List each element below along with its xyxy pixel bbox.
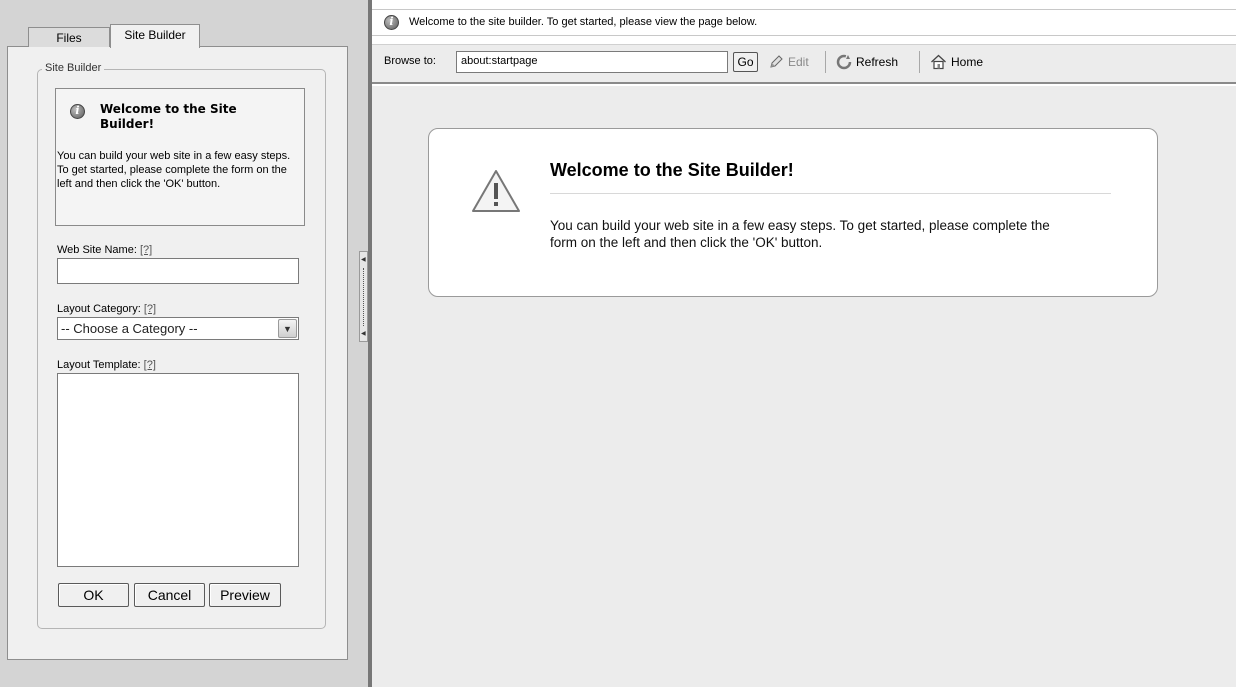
info-icon xyxy=(70,104,85,119)
pencil-icon xyxy=(770,55,783,68)
welcome-title: Welcome to the Site Builder! xyxy=(100,102,237,131)
edit-button[interactable]: Edit xyxy=(768,54,809,70)
ok-button[interactable]: OK xyxy=(58,583,129,607)
info-icon xyxy=(384,15,399,30)
welcome-text: You can build your web site in a few eas… xyxy=(57,150,291,190)
help-link-category[interactable]: [?] xyxy=(144,303,156,315)
tab-site-builder[interactable]: Site Builder xyxy=(110,24,200,48)
browse-label: Browse to: xyxy=(384,55,436,67)
layout-category-label-text: Layout Category: xyxy=(57,303,141,315)
layout-category-label: Layout Category: [?] xyxy=(57,303,156,315)
web-site-name-label: Web Site Name: [?] xyxy=(57,244,152,256)
splitter-handle[interactable]: ◀ ◀ xyxy=(359,251,368,342)
fieldset-legend: Site Builder xyxy=(42,62,105,74)
refresh-label: Refresh xyxy=(856,55,899,69)
home-icon xyxy=(931,54,946,70)
help-link-name[interactable]: [?] xyxy=(140,244,152,256)
preview-button[interactable]: Preview xyxy=(209,583,281,607)
home-button[interactable]: Home xyxy=(930,54,983,70)
grip-icon xyxy=(363,268,365,326)
cancel-button[interactable]: Cancel xyxy=(134,583,205,607)
layout-template-list[interactable] xyxy=(57,373,299,567)
chevron-down-icon[interactable]: ▼ xyxy=(278,319,297,338)
splitter-bar xyxy=(356,0,368,687)
help-link-template[interactable]: [?] xyxy=(144,359,156,371)
card-title: Welcome to the Site Builder! xyxy=(550,160,794,180)
refresh-icon xyxy=(836,54,852,70)
welcome-card xyxy=(428,128,1158,297)
edit-label: Edit xyxy=(788,55,809,69)
web-site-name-input[interactable] xyxy=(57,258,299,284)
home-label: Home xyxy=(951,55,984,69)
layout-template-label-text: Layout Template: xyxy=(57,359,141,371)
toolbar-separator xyxy=(825,51,826,73)
info-message: Welcome to the site builder. To get star… xyxy=(409,16,758,28)
layout-category-select[interactable]: -- Choose a Category -- ▼ xyxy=(57,317,299,340)
card-text: You can build your web site in a few eas… xyxy=(550,218,1050,250)
tab-files[interactable]: Files xyxy=(28,27,110,47)
category-selected-value: -- Choose a Category -- xyxy=(61,321,198,336)
warning-icon xyxy=(472,170,520,212)
collapse-arrow-icon: ◀ xyxy=(361,256,366,263)
refresh-button[interactable]: Refresh xyxy=(836,54,898,70)
go-button[interactable]: Go xyxy=(733,52,758,72)
web-site-name-label-text: Web Site Name: xyxy=(57,244,137,256)
card-divider xyxy=(550,193,1111,194)
collapse-arrow-icon: ◀ xyxy=(361,330,366,337)
layout-template-label: Layout Template: [?] xyxy=(57,359,156,371)
browse-url-input[interactable]: about:startpage xyxy=(456,51,728,73)
toolbar-separator xyxy=(919,51,920,73)
